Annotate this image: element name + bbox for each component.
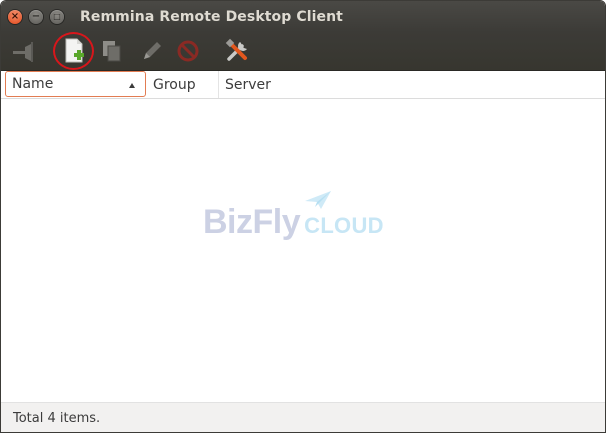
minimize-icon: −	[31, 10, 41, 22]
edit-icon	[144, 42, 161, 59]
column-headers: Name Group Server	[1, 71, 605, 99]
close-button[interactable]: ×	[8, 9, 22, 24]
watermark: BizFly CLOUD	[203, 191, 408, 247]
title-bar[interactable]: × − □ Remmina Remote Desktop Client	[1, 1, 605, 32]
preferences-button[interactable]	[223, 36, 253, 66]
column-header-name[interactable]: Name	[5, 71, 146, 97]
edit-button[interactable]	[137, 36, 167, 66]
paper-plane-icon	[305, 191, 331, 209]
column-header-group-label: Group	[153, 76, 196, 93]
status-bar: Total 4 items.	[1, 402, 605, 432]
connect-icon	[13, 42, 33, 62]
watermark-suffix: CLOUD	[304, 213, 384, 238]
status-text: Total 4 items.	[13, 410, 101, 426]
column-header-group[interactable]: Group	[146, 71, 219, 98]
copy-icon	[103, 41, 121, 62]
column-header-name-label: Name	[12, 76, 54, 92]
preferences-icon	[225, 38, 247, 61]
remmina-window: × − □ Remmina Remote Desktop Client Name…	[0, 0, 606, 433]
window-title: Remmina Remote Desktop Client	[80, 8, 343, 25]
maximize-icon: □	[53, 11, 61, 21]
watermark-brand: BizFly	[203, 202, 301, 241]
connect-button[interactable]	[9, 36, 39, 66]
column-header-server[interactable]: Server	[219, 71, 599, 98]
delete-icon	[177, 40, 199, 62]
column-header-server-label: Server	[225, 76, 271, 93]
minimize-button[interactable]: −	[29, 9, 43, 24]
close-icon: ×	[10, 10, 20, 22]
sort-ascending-icon	[129, 83, 135, 88]
maximize-button[interactable]: □	[50, 9, 64, 24]
copy-button[interactable]	[97, 36, 127, 66]
connection-list[interactable]	[1, 99, 605, 402]
highlight-annotation	[53, 32, 94, 70]
delete-button[interactable]	[173, 36, 203, 66]
